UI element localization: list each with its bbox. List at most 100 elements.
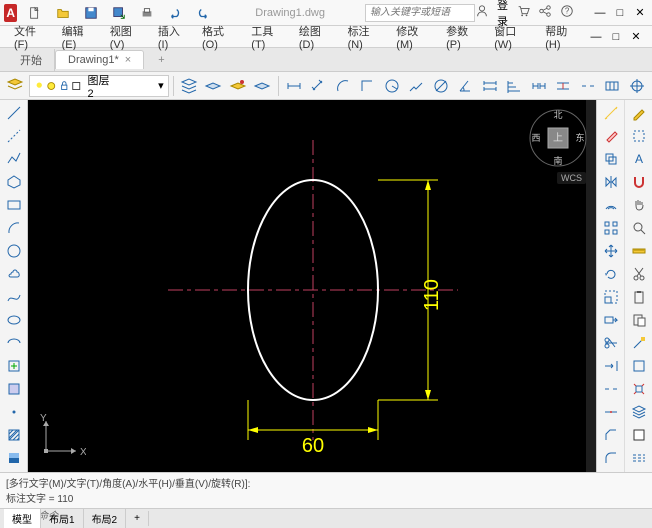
stretch-icon[interactable] <box>599 309 623 331</box>
move-icon[interactable] <box>599 240 623 262</box>
clipboard-copy-icon[interactable] <box>627 286 651 308</box>
properties-match-icon[interactable] <box>627 332 651 354</box>
erase-icon[interactable] <box>599 125 623 147</box>
text-icon[interactable]: A <box>627 148 651 170</box>
select-icon[interactable] <box>627 125 651 147</box>
menu-param[interactable]: 参数(P) <box>440 21 486 53</box>
share-icon[interactable] <box>538 4 552 21</box>
trim-icon[interactable] <box>599 332 623 354</box>
command-line[interactable]: [多行文字(M)/文字(T)/角度(A)/水平(H)/垂直(V)/旋转(R)]:… <box>0 472 652 508</box>
menu-draw[interactable]: 绘图(D) <box>293 21 340 53</box>
tab-close-icon[interactable]: × <box>125 54 131 66</box>
ruler-icon[interactable] <box>627 240 651 262</box>
dim-aligned-icon[interactable] <box>307 74 330 98</box>
mirror-icon[interactable] <box>599 171 623 193</box>
menu-dimension[interactable]: 标注(N) <box>342 21 389 53</box>
centermark-icon[interactable] <box>626 74 649 98</box>
doc-close-icon[interactable]: ✕ <box>628 30 644 44</box>
explode-icon[interactable] <box>627 378 651 400</box>
cut-icon[interactable] <box>627 263 651 285</box>
scale-icon[interactable] <box>599 286 623 308</box>
user-icon[interactable] <box>475 4 489 21</box>
polygon-icon[interactable] <box>2 171 26 193</box>
distance-icon[interactable] <box>599 102 623 124</box>
layer-previous-icon[interactable] <box>202 74 225 98</box>
close-icon[interactable]: ✕ <box>632 6 648 20</box>
dim-angular-icon[interactable] <box>454 74 477 98</box>
layer-manager-icon[interactable] <box>4 74 27 98</box>
status-tab-layout1[interactable]: 布局1 <box>41 509 84 528</box>
arc-icon[interactable] <box>2 217 26 239</box>
layers-stack-icon[interactable] <box>627 401 651 423</box>
tab-drawing1[interactable]: Drawing1*× <box>55 50 144 69</box>
status-tab-model[interactable]: 模型 <box>4 509 41 528</box>
minimize-icon[interactable]: — <box>592 6 608 20</box>
tolerance-icon[interactable] <box>601 74 624 98</box>
layer-match-icon[interactable] <box>251 74 274 98</box>
hand-pan-icon[interactable] <box>627 194 651 216</box>
view-cube[interactable]: 上 北 南 东 西 <box>528 108 588 168</box>
doc-minimize-icon[interactable]: — <box>588 30 604 44</box>
circle-icon[interactable] <box>2 240 26 262</box>
chamfer-icon[interactable] <box>599 424 623 446</box>
linetype-icon[interactable] <box>627 447 651 469</box>
scrollbar-vertical[interactable] <box>586 100 596 472</box>
spline-icon[interactable] <box>2 286 26 308</box>
dim-radius-icon[interactable] <box>381 74 404 98</box>
dim-diameter-icon[interactable] <box>430 74 453 98</box>
extend-icon[interactable] <box>599 355 623 377</box>
dim-break-icon[interactable] <box>577 74 600 98</box>
menu-insert[interactable]: 插入(I) <box>152 21 194 53</box>
rectangle-icon[interactable] <box>2 194 26 216</box>
dim-arc-icon[interactable] <box>332 74 355 98</box>
rotate-icon[interactable] <box>599 263 623 285</box>
join-icon[interactable] <box>599 401 623 423</box>
dim-baseline-icon[interactable] <box>503 74 526 98</box>
drawing-canvas[interactable]: 110 60 上 北 南 东 西 WCS <box>28 100 596 472</box>
line-icon[interactable] <box>2 102 26 124</box>
revcloud-icon[interactable] <box>2 263 26 285</box>
app-logo-icon[interactable]: A <box>4 4 17 22</box>
dim-quick-icon[interactable] <box>479 74 502 98</box>
tab-add-icon[interactable]: + <box>152 52 170 68</box>
maximize-icon[interactable]: □ <box>612 6 628 20</box>
layer-selector[interactable]: 图层2 ▾ <box>29 75 169 97</box>
copy-icon[interactable] <box>599 148 623 170</box>
menu-format[interactable]: 格式(O) <box>196 21 243 53</box>
menu-window[interactable]: 窗口(W) <box>488 21 537 53</box>
menu-tools[interactable]: 工具(T) <box>245 21 291 53</box>
zoom-icon[interactable] <box>627 217 651 239</box>
make-block-icon[interactable] <box>2 378 26 400</box>
ellipse-arc-icon[interactable] <box>2 332 26 354</box>
menu-help[interactable]: 帮助(H) <box>539 21 586 53</box>
ellipse-icon[interactable] <box>2 309 26 331</box>
pencil-icon[interactable] <box>627 102 651 124</box>
cart-icon[interactable] <box>516 4 530 21</box>
color-bylayer-icon[interactable] <box>627 424 651 446</box>
layer-states-icon[interactable] <box>178 74 201 98</box>
break-icon[interactable] <box>599 378 623 400</box>
menu-edit[interactable]: 编辑(E) <box>56 21 102 53</box>
layer-iso-icon[interactable] <box>227 74 250 98</box>
clipboard-paste-icon[interactable] <box>627 309 651 331</box>
tab-start[interactable]: 开始 <box>8 49 55 71</box>
dim-continue-icon[interactable] <box>528 74 551 98</box>
doc-maximize-icon[interactable]: □ <box>608 30 624 44</box>
search-input[interactable] <box>365 4 475 22</box>
status-tab-layout2[interactable]: 布局2 <box>84 509 127 528</box>
construction-line-icon[interactable] <box>2 125 26 147</box>
dim-jogged-icon[interactable] <box>405 74 428 98</box>
point-icon[interactable] <box>2 401 26 423</box>
help-icon[interactable]: ? <box>560 4 574 21</box>
hatch-icon[interactable] <box>2 424 26 446</box>
insert-block-icon[interactable] <box>2 355 26 377</box>
offset-icon[interactable] <box>599 194 623 216</box>
gradient-icon[interactable] <box>2 447 26 469</box>
polyline-icon[interactable] <box>2 148 26 170</box>
dim-space-icon[interactable] <box>552 74 575 98</box>
block-icon[interactable] <box>627 355 651 377</box>
fillet-icon[interactable] <box>599 447 623 469</box>
array-icon[interactable] <box>599 217 623 239</box>
magnet-icon[interactable] <box>627 171 651 193</box>
menu-view[interactable]: 视图(V) <box>104 21 150 53</box>
